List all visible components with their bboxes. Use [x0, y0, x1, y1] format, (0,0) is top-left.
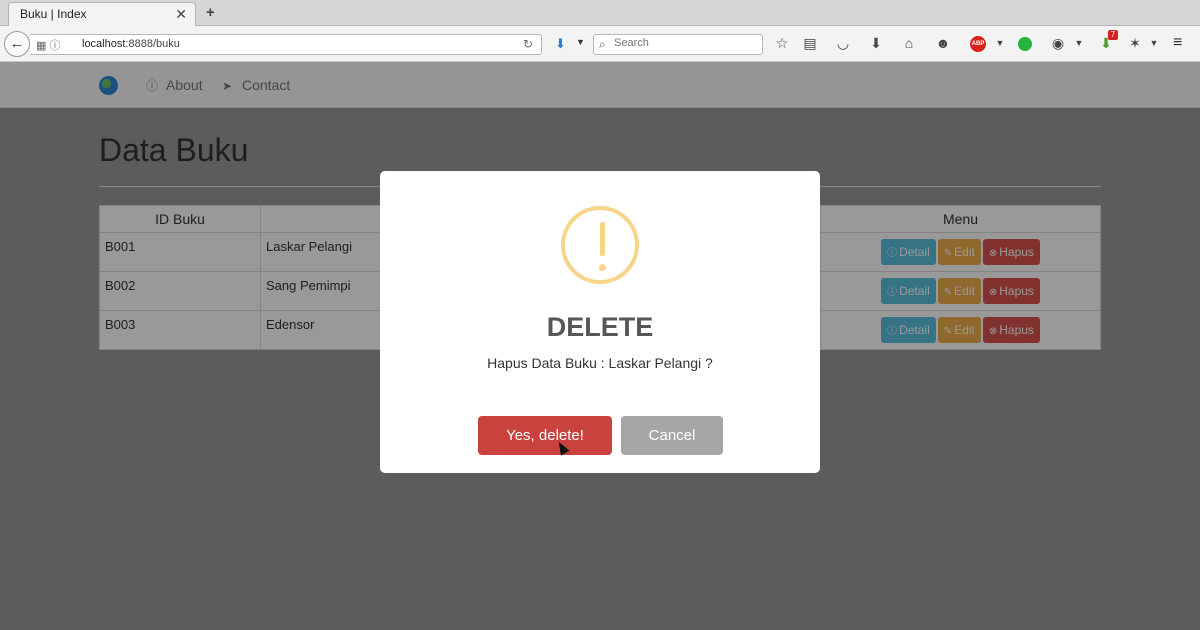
reload-icon[interactable]: ↻	[523, 37, 533, 51]
extension-icon[interactable]: ◉	[1049, 35, 1067, 52]
url-bar[interactable]: ▦ ⓘ localhost:8888/buku ↻	[30, 34, 542, 55]
adblock-dropdown-icon[interactable]: ▼	[991, 38, 1009, 48]
search-bar[interactable]: ⌕	[593, 34, 763, 55]
browser-tab[interactable]: Buku | Index ✕	[8, 2, 196, 26]
download-dropdown-icon[interactable]: ▼	[576, 37, 585, 47]
notification-badge: 7	[1108, 30, 1118, 40]
menu-icon[interactable]: ≡	[1173, 34, 1182, 52]
reading-list-icon[interactable]: ▤	[801, 35, 819, 52]
addon-dropdown-icon[interactable]: ▼	[1145, 38, 1163, 48]
dialog-title: DELETE	[546, 312, 654, 342]
dialog-message: Hapus Data Buku : Laskar Pelangi ?	[487, 355, 713, 371]
cancel-button[interactable]: Cancel	[621, 416, 723, 455]
browser-toolbar: ← ▦ ⓘ localhost:8888/buku ↻ ⬇ ▼ ⌕ ☆ ▤ ◡ …	[0, 26, 1200, 62]
search-input[interactable]	[614, 37, 754, 49]
adblock-icon[interactable]: ABP	[970, 36, 986, 52]
warning-icon	[561, 206, 639, 284]
bookmark-star-icon[interactable]: ☆	[773, 35, 791, 52]
delete-confirm-dialog: DELETE Hapus Data Buku : Laskar Pelangi …	[380, 171, 820, 473]
extension-dropdown-icon[interactable]: ▼	[1070, 38, 1088, 48]
close-tab-icon[interactable]: ✕	[175, 6, 187, 23]
tab-title: Buku | Index	[20, 7, 87, 21]
new-tab-icon[interactable]: +	[206, 4, 215, 21]
home-icon[interactable]: ⌂	[900, 35, 918, 51]
page-info-icon[interactable]: ▦ ⓘ	[36, 37, 60, 53]
search-icon: ⌕	[599, 37, 606, 51]
pocket-icon[interactable]: ◡	[834, 35, 852, 52]
chat-icon[interactable]: ☻	[934, 35, 952, 51]
download-icon[interactable]: ⬇	[555, 36, 566, 52]
tab-strip: Buku | Index ✕ +	[0, 0, 1200, 26]
whatsapp-icon[interactable]	[1018, 37, 1032, 51]
downloads-icon[interactable]: ⬇	[867, 35, 885, 52]
addon-icon[interactable]: ✶	[1126, 35, 1144, 52]
confirm-delete-button[interactable]: Yes, delete!	[478, 416, 612, 455]
back-arrow-icon[interactable]: ←	[4, 31, 30, 57]
url-text: localhost:8888/buku	[82, 38, 180, 50]
